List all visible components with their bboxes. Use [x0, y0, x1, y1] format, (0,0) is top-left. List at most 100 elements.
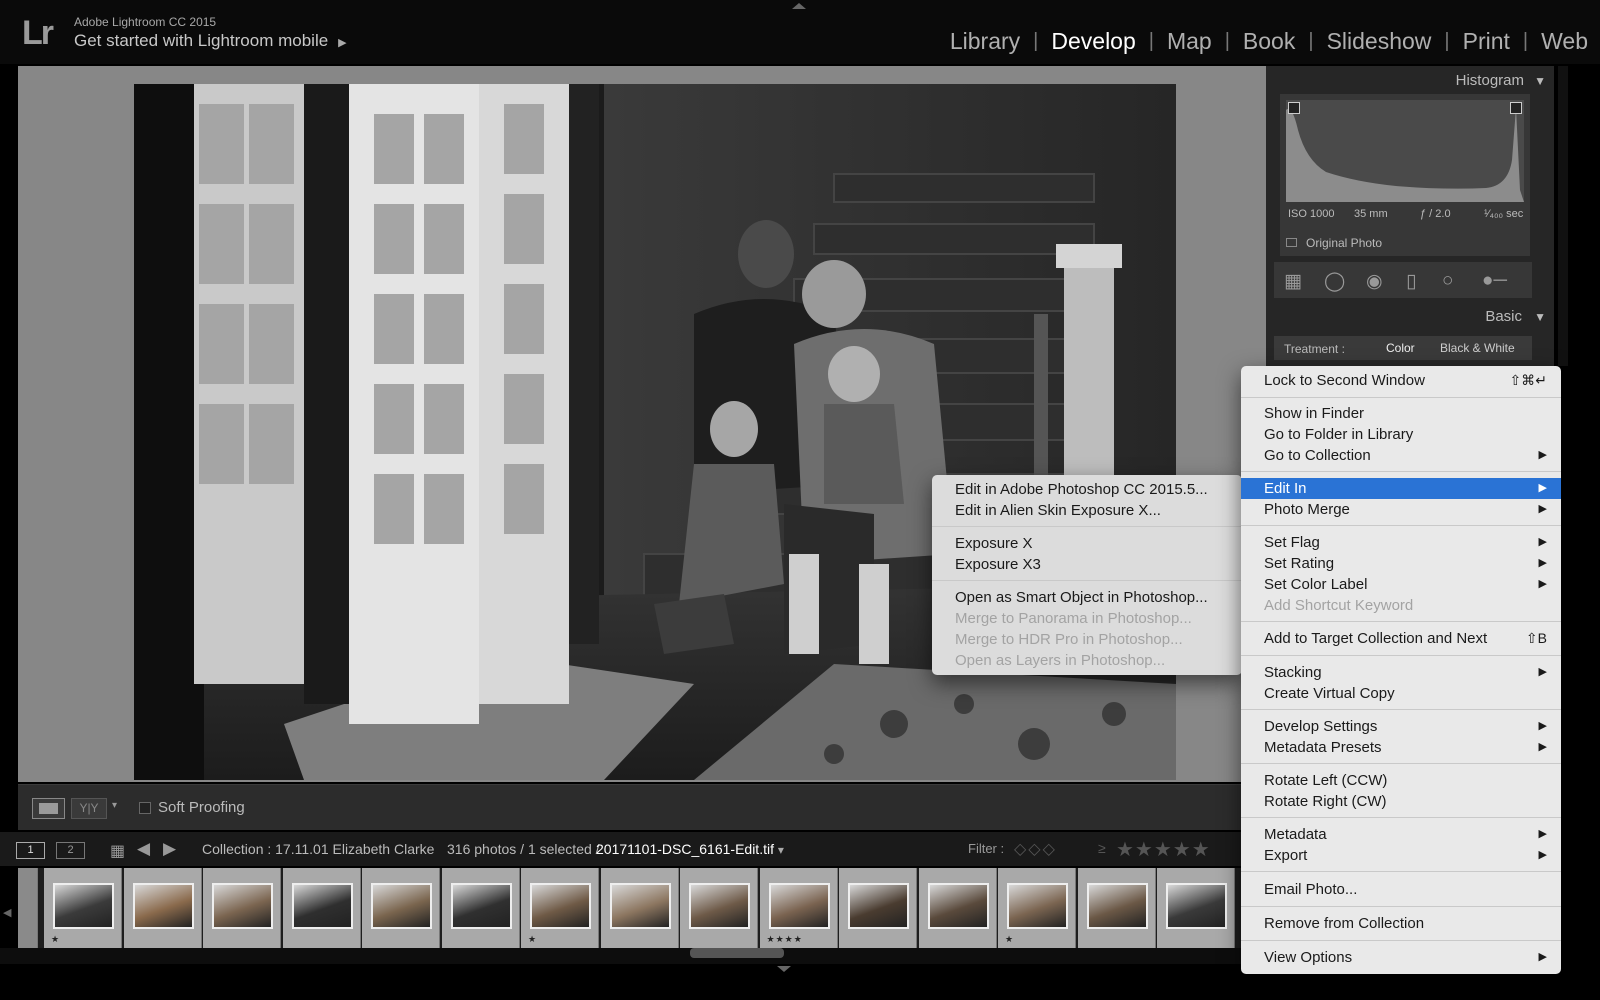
- flag-filter-icon[interactable]: ◇◇◇: [1014, 839, 1057, 859]
- module-library[interactable]: Library: [937, 28, 1033, 55]
- collapse-triangle-icon[interactable]: ▼: [1534, 310, 1546, 324]
- filmstrip-thumbnail[interactable]: ★: [44, 868, 122, 948]
- module-develop[interactable]: Develop: [1038, 28, 1148, 55]
- right-panel: Histogram ▼ ISO 1000 35 mm ƒ / 2.0 ¹⁄₄₀₀…: [1266, 66, 1554, 371]
- menu-item-smart-object[interactable]: Open as Smart Object in Photoshop...: [932, 587, 1242, 608]
- menu-item-rotate-left[interactable]: Rotate Left (CCW): [1241, 770, 1561, 791]
- mobile-link[interactable]: Get started with Lightroom mobile ▶: [74, 31, 347, 51]
- menu-item-exposure-x[interactable]: Exposure X: [932, 533, 1242, 554]
- soft-proofing-checkbox[interactable]: [139, 802, 151, 814]
- treatment-color-button[interactable]: Color: [1386, 341, 1415, 355]
- radial-filter-icon[interactable]: ○: [1442, 270, 1453, 292]
- histogram-curve: [1286, 108, 1524, 202]
- menu-item-set-color-label[interactable]: Set Color Label ▶: [1241, 574, 1561, 595]
- menu-item-add-target-collection[interactable]: Add to Target Collection and Next ⇧B: [1241, 628, 1561, 649]
- menu-item-label: Metadata: [1264, 826, 1327, 843]
- loupe-view-button[interactable]: [32, 798, 65, 819]
- menu-item-goto-collection[interactable]: Go to Collection ▶: [1241, 445, 1561, 466]
- histogram-title[interactable]: Histogram: [1456, 72, 1524, 89]
- filename-dropdown[interactable]: 20171101-DSC_6161-Edit.tif ▾: [596, 841, 784, 857]
- menu-item-virtual-copy[interactable]: Create Virtual Copy: [1241, 683, 1561, 704]
- menu-item-view-options[interactable]: View Options ▶: [1241, 947, 1561, 968]
- menu-item-label: Set Color Label: [1264, 576, 1368, 593]
- shadow-clipping-icon[interactable]: [1288, 102, 1300, 114]
- left-panel-toggle-icon[interactable]: ◀: [3, 906, 11, 919]
- filmstrip-thumbnail[interactable]: [1077, 868, 1156, 948]
- crop-icon[interactable]: ▦: [1284, 270, 1302, 293]
- module-print[interactable]: Print: [1450, 28, 1523, 55]
- menu-item-photo-merge[interactable]: Photo Merge ▶: [1241, 499, 1561, 520]
- menu-item-develop-settings[interactable]: Develop Settings ▶: [1241, 716, 1561, 737]
- menu-item-exposure-x3[interactable]: Exposure X3: [932, 554, 1242, 575]
- collection-source[interactable]: Collection : 17.11.01 Elizabeth Clarke: [202, 841, 434, 857]
- highlight-clipping-icon[interactable]: [1510, 102, 1522, 114]
- histogram-graph[interactable]: [1286, 100, 1524, 202]
- collapse-triangle-icon[interactable]: ▼: [1534, 74, 1546, 88]
- filmstrip-thumbnail[interactable]: ★: [521, 868, 599, 948]
- menu-item-metadata[interactable]: Metadata ▶: [1241, 824, 1561, 845]
- menu-item-goto-folder[interactable]: Go to Folder in Library: [1241, 424, 1561, 445]
- back-arrow-icon[interactable]: ◀: [137, 839, 150, 859]
- treatment-bw-button[interactable]: Black & White: [1440, 341, 1515, 355]
- filmstrip-thumbnail[interactable]: [918, 868, 997, 948]
- soft-proofing-label: Soft Proofing: [158, 799, 245, 816]
- forward-arrow-icon[interactable]: ▶: [163, 839, 176, 859]
- menu-separator: [1241, 871, 1561, 872]
- main-window-button[interactable]: 1: [16, 842, 45, 859]
- adjustment-brush-icon[interactable]: ●─: [1482, 270, 1507, 292]
- spot-removal-icon[interactable]: ◯: [1324, 270, 1345, 293]
- menu-item-edit-photoshop[interactable]: Edit in Adobe Photoshop CC 2015.5...: [932, 479, 1242, 500]
- secondary-window-button[interactable]: 2: [56, 842, 85, 859]
- menu-item-show-finder[interactable]: Show in Finder: [1241, 403, 1561, 424]
- thumbnail-image: [927, 883, 989, 929]
- menu-item-rotate-right[interactable]: Rotate Right (CW): [1241, 791, 1561, 812]
- menu-item-label: Go to Collection: [1264, 447, 1371, 464]
- grid-icon[interactable]: ▦: [110, 841, 125, 861]
- menu-item-remove-from-collection[interactable]: Remove from Collection: [1241, 913, 1561, 934]
- menu-item-email-photo[interactable]: Email Photo...: [1241, 879, 1561, 900]
- module-slideshow[interactable]: Slideshow: [1314, 28, 1445, 55]
- filmstrip-thumbnail[interactable]: [362, 868, 440, 948]
- menu-separator: [1241, 940, 1561, 941]
- original-photo-checkbox[interactable]: [1286, 238, 1297, 247]
- rating-operator[interactable]: ≥: [1098, 840, 1106, 856]
- bottom-panel-toggle-icon[interactable]: [777, 966, 791, 972]
- menu-item-set-rating[interactable]: Set Rating ▶: [1241, 553, 1561, 574]
- right-panel-scrollbar[interactable]: [1558, 66, 1568, 366]
- top-panel-toggle-icon[interactable]: [792, 3, 806, 9]
- menu-item-hdr: Merge to HDR Pro in Photoshop...: [955, 631, 1183, 648]
- thumbnail-image: [1166, 883, 1227, 929]
- filmstrip-thumbnail[interactable]: ★★★★: [759, 868, 838, 948]
- filmstrip-thumbnail[interactable]: [282, 868, 361, 948]
- filmstrip-scroll-thumb[interactable]: [690, 948, 784, 958]
- menu-item-set-flag[interactable]: Set Flag ▶: [1241, 532, 1561, 553]
- filmstrip-thumbnail[interactable]: [18, 868, 38, 948]
- iso-value: ISO 1000: [1288, 208, 1335, 220]
- module-map[interactable]: Map: [1154, 28, 1225, 55]
- filmstrip-thumbnail[interactable]: [203, 868, 281, 948]
- view-dropdown-icon[interactable]: ▾: [112, 800, 117, 811]
- filmstrip-thumbnail[interactable]: [839, 868, 917, 948]
- filmstrip-scrollbar[interactable]: [0, 948, 1260, 964]
- basic-panel-title[interactable]: Basic: [1485, 308, 1522, 325]
- module-book[interactable]: Book: [1230, 28, 1308, 55]
- compare-view-button[interactable]: Y|Y: [71, 798, 107, 819]
- filmstrip-thumbnail[interactable]: ★: [998, 868, 1076, 948]
- filmstrip-thumbnail[interactable]: [1157, 868, 1235, 948]
- menu-item-stacking[interactable]: Stacking ▶: [1241, 662, 1561, 683]
- menu-item-edit-in[interactable]: Edit In ▶: [1241, 478, 1561, 499]
- filmstrip-thumbnail[interactable]: [123, 868, 202, 948]
- filmstrip-thumbnail[interactable]: [600, 868, 679, 948]
- filmstrip[interactable]: ★ ★ ★★★★ ★: [18, 868, 1260, 948]
- filmstrip-thumbnail[interactable]: [680, 868, 758, 948]
- main-photo[interactable]: [134, 84, 1176, 780]
- graduated-filter-icon[interactable]: ▯: [1406, 270, 1416, 293]
- menu-item-export[interactable]: Export ▶: [1241, 845, 1561, 866]
- star-rating-filter[interactable]: ★★★★★: [1116, 837, 1211, 862]
- red-eye-icon[interactable]: ◉: [1366, 270, 1383, 293]
- menu-item-lock-second-window[interactable]: Lock to Second Window ⇧⌘↵: [1241, 370, 1561, 391]
- menu-item-edit-alienskin[interactable]: Edit in Alien Skin Exposure X...: [932, 500, 1242, 521]
- filmstrip-thumbnail[interactable]: [441, 868, 520, 948]
- module-web[interactable]: Web: [1528, 28, 1588, 55]
- menu-item-metadata-presets[interactable]: Metadata Presets ▶: [1241, 737, 1561, 758]
